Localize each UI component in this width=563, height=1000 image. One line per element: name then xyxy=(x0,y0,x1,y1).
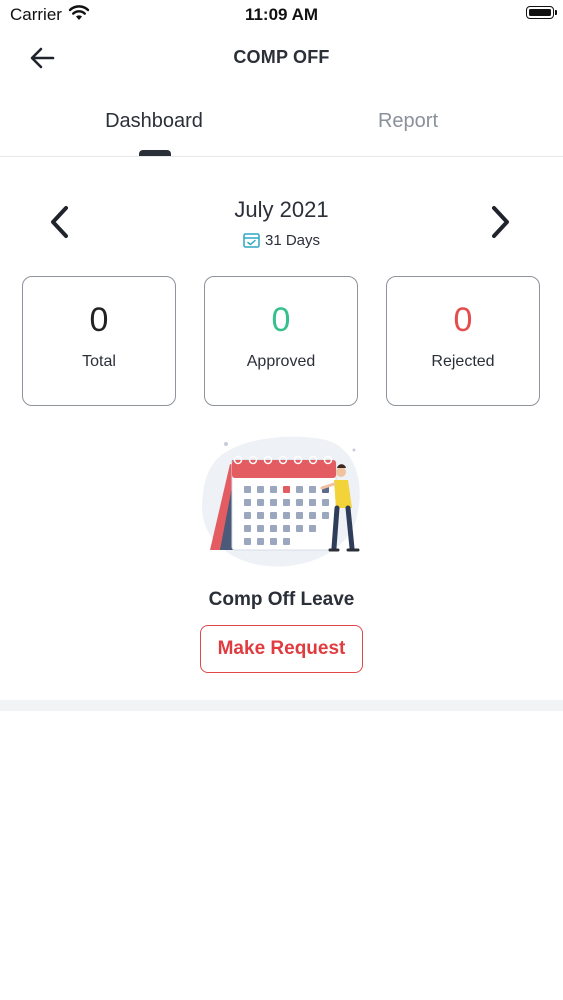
calendar-check-icon xyxy=(243,233,260,248)
next-month-button[interactable] xyxy=(484,202,516,242)
total-label: Total xyxy=(82,353,116,370)
total-card: 0 Total xyxy=(22,276,176,406)
make-request-button[interactable]: Make Request xyxy=(200,625,363,673)
total-count: 0 xyxy=(89,301,109,339)
approved-card: 0 Approved xyxy=(204,276,358,406)
calendar-illustration xyxy=(201,436,360,567)
clock: 11:09 AM xyxy=(244,5,319,24)
tab-report[interactable]: Report xyxy=(308,110,508,133)
chevron-right-icon xyxy=(492,206,509,238)
tab-bar: Dashboard Report xyxy=(0,100,563,157)
approved-count: 0 xyxy=(271,301,291,339)
rejected-count: 0 xyxy=(453,301,473,339)
page-title: COMP OFF xyxy=(233,47,330,67)
battery-icon xyxy=(526,6,557,19)
active-tab-indicator xyxy=(139,150,171,156)
rejected-card: 0 Rejected xyxy=(386,276,540,406)
top-nav: COMP OFF xyxy=(0,30,563,86)
days-count: 31 Days xyxy=(264,232,321,249)
approved-label: Approved xyxy=(246,353,316,370)
section-divider xyxy=(0,700,563,711)
tab-dashboard[interactable]: Dashboard xyxy=(54,110,254,133)
status-bar: Carrier 11:09 AM xyxy=(0,0,563,30)
rejected-label: Rejected xyxy=(431,353,495,370)
month-label: July 2021 xyxy=(234,197,329,222)
month-selector: July 2021 31 Days xyxy=(0,192,563,262)
days-count-row: 31 Days xyxy=(0,232,563,249)
empty-state-title: Comp Off Leave xyxy=(208,589,355,610)
